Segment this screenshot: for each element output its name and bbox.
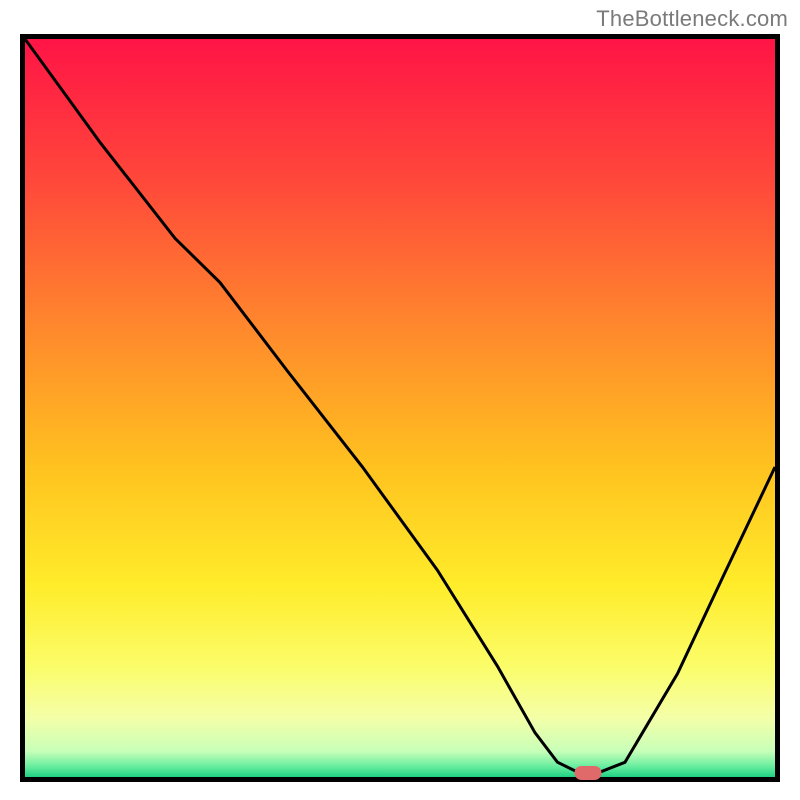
chart-frame (20, 34, 780, 782)
bottleneck-curve (25, 39, 775, 777)
plot-area (25, 39, 775, 777)
attribution-text: TheBottleneck.com (596, 6, 788, 32)
optimal-marker (574, 766, 601, 780)
